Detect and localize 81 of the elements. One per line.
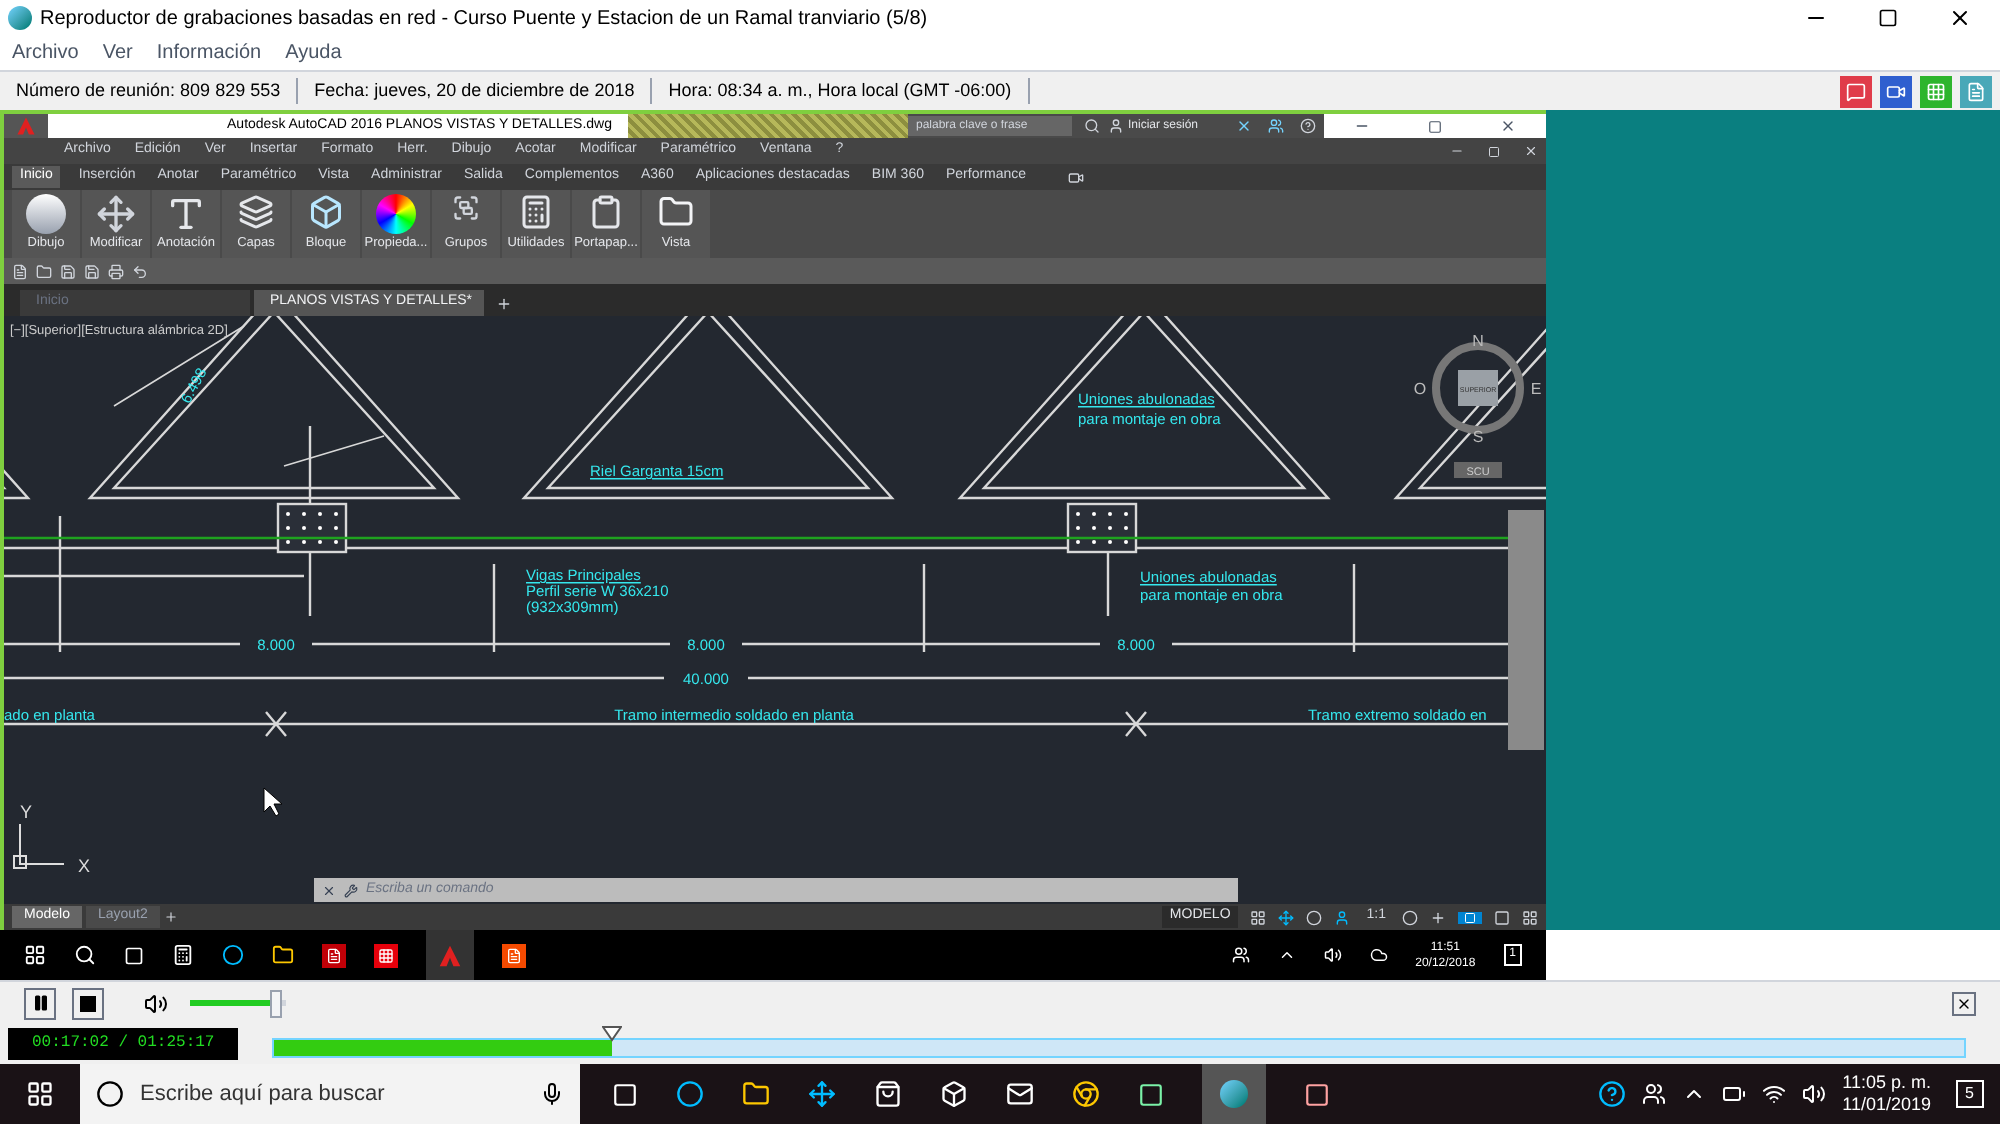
battery-icon[interactable] [1722, 1082, 1747, 1106]
compass-east: E [1530, 380, 1542, 398]
menu-item[interactable]: Ayuda [285, 38, 342, 68]
chevron-up-icon[interactable] [1277, 946, 1296, 964]
compass-south: S [1472, 428, 1484, 446]
printer-icon[interactable] [108, 263, 124, 279]
meeting-info: Fecha: jueves, 20 de diciembre de 2018 [298, 77, 653, 105]
chrome-icon[interactable] [1072, 1080, 1100, 1108]
plus-icon[interactable] [1430, 909, 1446, 925]
notification-count[interactable]: 5 [1955, 1080, 1984, 1108]
volume-slider[interactable] [184, 989, 292, 1017]
video-icon[interactable] [1880, 75, 1912, 107]
new-file-icon[interactable] [12, 263, 28, 279]
app-logo-icon [8, 6, 32, 30]
undo-icon[interactable] [132, 263, 148, 279]
folder-icon[interactable] [272, 944, 294, 966]
clipboard-icon [588, 194, 624, 230]
meeting-info: Hora: 08:34 a. m., Hora local (GMT -06:00) [652, 77, 1030, 105]
color-wheel-icon [376, 194, 416, 234]
group-icon [452, 194, 480, 222]
add-tab-icon[interactable] [163, 910, 178, 924]
compass-west: O [1413, 380, 1427, 398]
volume-thumb[interactable] [270, 989, 283, 1017]
search-icon[interactable] [74, 944, 96, 966]
folder-icon[interactable] [742, 1080, 770, 1108]
mail-icon[interactable] [1006, 1080, 1034, 1108]
wrench-icon[interactable] [344, 883, 358, 897]
help-icon[interactable] [1598, 1080, 1627, 1108]
ucs-menu[interactable] [1454, 462, 1502, 478]
compass-ring[interactable] [1432, 342, 1524, 434]
cloud-icon[interactable] [1369, 946, 1388, 964]
ucs-icon [13, 823, 65, 869]
cortana-icon [96, 1080, 124, 1108]
close-icon[interactable] [1952, 991, 1976, 1015]
app-icon[interactable] [1304, 1081, 1330, 1107]
volume-icon[interactable] [1802, 1082, 1827, 1106]
stop-icon [80, 995, 96, 1011]
task-view-icon[interactable] [612, 1081, 638, 1107]
pause-icon [31, 994, 49, 1012]
menu-item[interactable]: Archivo [12, 38, 79, 68]
people-icon[interactable] [1642, 1082, 1667, 1106]
app-icon[interactable] [322, 943, 346, 967]
axis-label: Y [20, 802, 33, 822]
menu-item[interactable]: Información [156, 38, 262, 68]
calculator-icon [518, 194, 554, 230]
axis-label: X [78, 856, 91, 876]
compass-north: N [1472, 332, 1484, 350]
volume-icon[interactable] [144, 991, 168, 1015]
app-icon[interactable] [1138, 1081, 1164, 1107]
autocad-taskbar-icon[interactable] [426, 930, 474, 980]
close-icon[interactable] [1500, 118, 1517, 134]
layers-icon [238, 194, 274, 230]
chat-icon[interactable] [1840, 75, 1872, 107]
window-title: Reproductor de grabaciones basadas en red - Curso Puente y Estacion de un Ramal tranviario (5/8) [40, 5, 930, 33]
clock-time: 11:05 p. m. [1842, 1072, 1932, 1094]
playback-time: 00:17:02 / 01:25:17 [8, 1028, 239, 1060]
taskbar-search-placeholder: Escribe aquí para buscar [140, 1079, 387, 1110]
volume-icon[interactable] [1323, 946, 1342, 964]
mouse-pointer-icon [263, 787, 283, 817]
player-taskbar-icon[interactable] [1202, 1064, 1266, 1124]
folder-icon [658, 194, 694, 230]
task-view-icon[interactable] [124, 945, 144, 965]
meeting-info: Número de reunión: 809 829 553 [0, 77, 299, 105]
taskbar-search-field[interactable]: Escribe aquí para buscar [80, 1064, 580, 1124]
text-icon [166, 194, 206, 234]
save-icon[interactable] [60, 263, 76, 279]
block-icon [308, 194, 344, 230]
microphone-icon[interactable] [540, 1082, 564, 1106]
clock-date: 11/01/2019 [1842, 1094, 1932, 1116]
save-icon[interactable] [84, 263, 100, 279]
pause-button[interactable] [24, 987, 56, 1019]
document-icon[interactable] [1960, 75, 1992, 107]
camera-icon[interactable] [1068, 169, 1085, 185]
move-icon [96, 194, 136, 234]
app-icon[interactable] [374, 943, 398, 967]
stop-button[interactable] [72, 987, 104, 1019]
calculator-icon[interactable] [172, 944, 194, 966]
menu-item[interactable]: Ver [102, 38, 133, 68]
people-icon[interactable] [1231, 946, 1250, 964]
store-icon[interactable] [874, 1080, 902, 1108]
grid-icon[interactable] [1250, 909, 1267, 925]
